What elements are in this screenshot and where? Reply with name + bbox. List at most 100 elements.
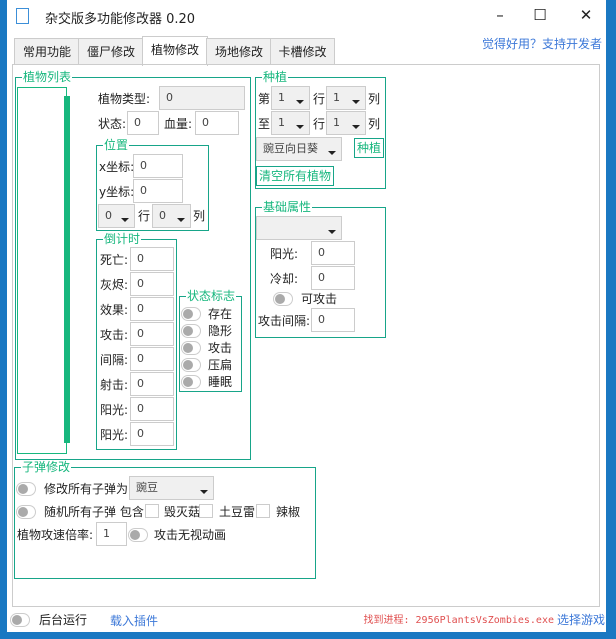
group-label: 位置 [103, 138, 130, 152]
select-game-link[interactable]: 选择游戏 [557, 613, 605, 627]
background-run-toggle[interactable] [10, 613, 30, 627]
tab-zombie[interactable]: 僵尸修改 [78, 38, 144, 65]
group-label: 基础属性 [262, 200, 313, 214]
flag-toggle[interactable] [181, 375, 201, 389]
modify-all-bullets-toggle[interactable] [16, 482, 36, 496]
clear-plants-button[interactable]: 清空所有植物 [256, 166, 335, 186]
background-run-label: 后台运行 [39, 613, 88, 627]
plant-listbox[interactable] [17, 87, 67, 454]
countdown-label: 死亡: [100, 253, 129, 267]
x-label: x坐标: [99, 160, 135, 174]
sun-field[interactable]: 0 [311, 241, 355, 265]
ignore-animation-label: 攻击无视动画 [154, 528, 227, 542]
tab-field[interactable]: 场地修改 [206, 38, 272, 65]
tab-common[interactable]: 常用功能 [14, 38, 80, 65]
tab-plant[interactable]: 植物修改 [142, 36, 208, 66]
col-label: 列 [368, 92, 381, 106]
state-field[interactable]: 0 [127, 111, 159, 135]
countdown-field[interactable]: 0 [130, 372, 174, 396]
sun-label: 阳光: [270, 247, 299, 261]
from-row-dropdown[interactable]: 1 [271, 86, 310, 110]
potato-mine-checkbox[interactable] [199, 504, 213, 518]
hp-label: 血量: [164, 117, 193, 131]
app-icon [16, 8, 29, 24]
plant-type-label: 植物类型: [98, 92, 151, 106]
support-developer-link[interactable]: 觉得好用？支持开发者 [482, 35, 602, 52]
flag-label: 攻击 [208, 341, 233, 355]
attack-toggle-label: 可攻击 [301, 292, 338, 306]
potato-mine-label: 土豆雷 [219, 505, 256, 519]
random-all-label: 随机所有子弹 包含 [44, 505, 144, 519]
y-label: y坐标: [99, 185, 135, 199]
to-col-dropdown[interactable]: 1 [326, 111, 366, 135]
close-button[interactable]: ✕ [571, 4, 601, 26]
doom-shroom-checkbox[interactable] [145, 504, 159, 518]
to-row-dropdown[interactable]: 1 [271, 111, 310, 135]
attack-speed-field[interactable]: 1 [96, 522, 127, 546]
group-label: 子弹修改 [21, 460, 72, 474]
load-plugin-link[interactable]: 载入插件 [110, 614, 158, 628]
countdown-label: 攻击: [100, 328, 129, 342]
col-dropdown[interactable]: 0 [152, 204, 191, 228]
row-label: 行 [138, 209, 151, 223]
col-label: 列 [193, 209, 206, 223]
attack-speed-label: 植物攻速倍率: [17, 528, 94, 542]
interval-field[interactable]: 0 [311, 308, 355, 332]
countdown-field[interactable]: 0 [130, 397, 174, 421]
attack-toggle[interactable] [273, 292, 293, 306]
countdown-label: 间隔: [100, 353, 129, 367]
row-label: 行 [313, 117, 326, 131]
flag-label: 存在 [208, 307, 233, 321]
flag-label: 睡眠 [208, 375, 233, 389]
countdown-label: 阳光: [100, 428, 129, 442]
ignore-animation-toggle[interactable] [128, 528, 148, 542]
countdown-label: 阳光: [100, 403, 129, 417]
flag-label: 隐形 [208, 324, 233, 338]
countdown-field[interactable]: 0 [130, 322, 174, 346]
countdown-field[interactable]: 0 [130, 297, 174, 321]
bullet-type-select[interactable]: 豌豆 [129, 476, 214, 500]
base-attr-select[interactable] [256, 216, 342, 240]
window-title: 杂交版多功能修改器 0.20 [45, 12, 196, 27]
countdown-field[interactable]: 0 [130, 247, 174, 271]
countdown-field[interactable]: 0 [130, 272, 174, 296]
minimize-button[interactable]: – [485, 4, 515, 26]
y-field[interactable]: 0 [133, 179, 183, 203]
process-status: 找到进程: 2956PlantsVsZombies.exe [363, 615, 554, 626]
cooldown-label: 冷却: [270, 272, 299, 286]
flag-label: 压扁 [208, 358, 233, 372]
flag-toggle[interactable] [181, 341, 201, 355]
modify-all-label: 修改所有子弹为 [44, 482, 129, 496]
jalapeno-checkbox[interactable] [256, 504, 270, 518]
plant-button[interactable]: 种植 [354, 138, 385, 158]
plant-select[interactable]: 豌豆向日葵 [256, 137, 342, 161]
flag-toggle[interactable] [181, 324, 201, 338]
group-label: 植物列表 [22, 70, 73, 84]
col-label: 列 [368, 117, 381, 131]
row-dropdown[interactable]: 0 [98, 204, 135, 228]
group-label: 状态标志 [186, 289, 237, 303]
flag-toggle[interactable] [181, 307, 201, 321]
listbox-scrollbar[interactable] [64, 96, 70, 443]
cooldown-field[interactable]: 0 [311, 266, 355, 290]
plant-type-field[interactable]: 0 [159, 86, 245, 110]
to-label: 至 [258, 117, 271, 131]
from-col-dropdown[interactable]: 1 [326, 86, 366, 110]
countdown-label: 射击: [100, 378, 129, 392]
row-label: 行 [313, 92, 326, 106]
x-field[interactable]: 0 [133, 154, 183, 178]
group-label: 种植 [262, 70, 289, 84]
doom-shroom-label: 毁灭菇 [164, 505, 201, 519]
countdown-label: 灰烬: [100, 278, 129, 292]
group-label: 倒计时 [103, 232, 142, 246]
jalapeno-label: 辣椒 [276, 505, 301, 519]
flag-toggle[interactable] [181, 358, 201, 372]
countdown-field[interactable]: 0 [130, 347, 174, 371]
random-bullets-toggle[interactable] [16, 505, 36, 519]
maximize-button[interactable]: ☐ [525, 4, 555, 26]
interval-label: 攻击间隔: [258, 314, 311, 328]
hp-field[interactable]: 0 [195, 111, 239, 135]
countdown-field[interactable]: 0 [130, 422, 174, 446]
tab-slot[interactable]: 卡槽修改 [270, 38, 335, 65]
countdown-label: 效果: [100, 303, 129, 317]
